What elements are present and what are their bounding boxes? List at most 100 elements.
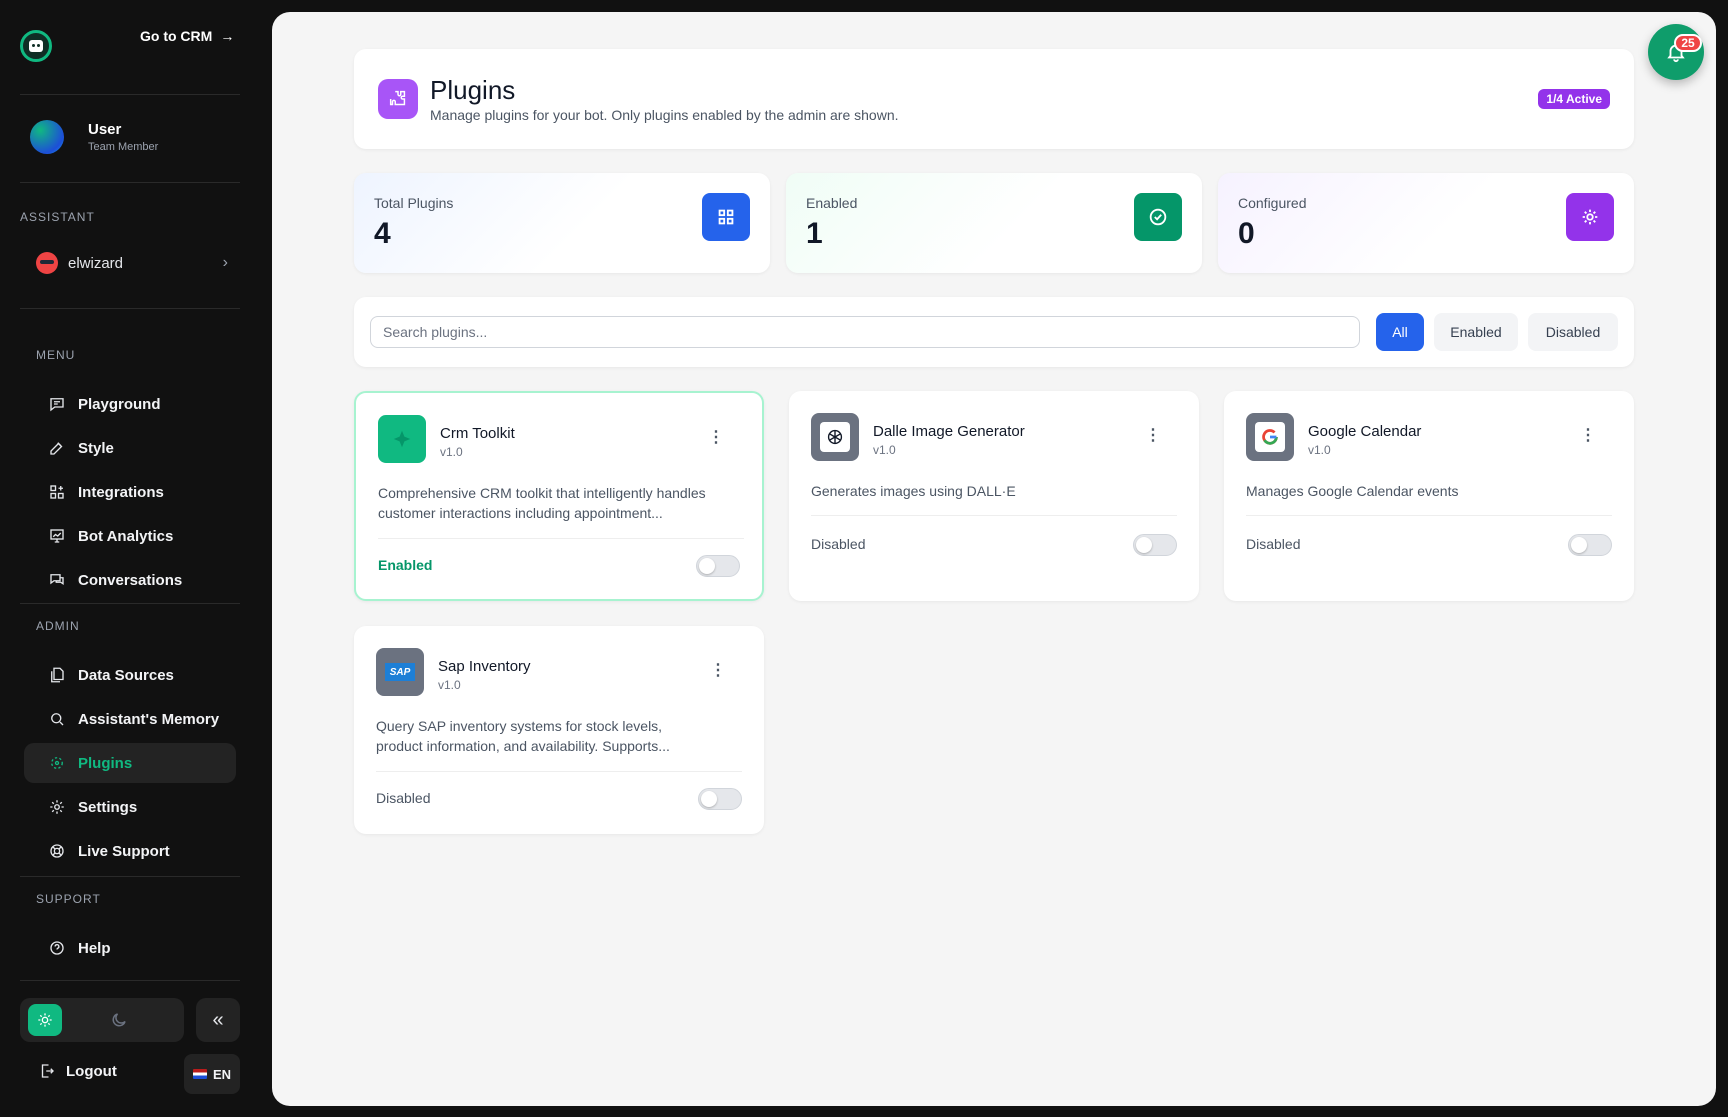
sidebar-item-help[interactable]: Help	[24, 928, 236, 968]
plugin-toggle[interactable]	[1133, 534, 1177, 556]
more-options-icon[interactable]: ⋮	[1145, 425, 1161, 445]
sidebar-item-assistants-memory[interactable]: Assistant's Memory	[24, 699, 236, 739]
menu-section-label: MENU	[36, 348, 76, 362]
divider	[20, 603, 240, 604]
notifications-button[interactable]: 25	[1648, 24, 1704, 80]
google-icon	[1246, 413, 1294, 461]
divider	[20, 94, 240, 95]
sidebar-item-data-sources[interactable]: Data Sources	[24, 655, 236, 695]
double-chevron-left-icon: «	[212, 1008, 224, 1031]
user-profile[interactable]: User Team Member	[30, 120, 158, 154]
bot-icon	[29, 40, 43, 52]
filter-all-button[interactable]: All	[1376, 313, 1424, 351]
sidebar-item-plugins[interactable]: Plugins	[24, 743, 236, 783]
sidebar-item-playground[interactable]: Playground	[24, 384, 236, 424]
gear-icon	[50, 800, 64, 814]
divider	[378, 538, 744, 539]
plugin-status: Disabled	[1246, 536, 1301, 552]
stat-enabled: Enabled 1	[786, 173, 1202, 273]
search-icon	[51, 713, 64, 726]
stat-label: Configured	[1238, 195, 1307, 211]
plugin-description-line: Manages Google Calendar events	[1246, 483, 1459, 499]
sidebar-item-label: Live Support	[78, 842, 170, 860]
plugin-version: v1.0	[438, 678, 461, 692]
page-subtitle: Manage plugins for your bot. Only plugin…	[430, 107, 899, 123]
filter-bar: All Enabled Disabled	[354, 297, 1634, 367]
sidebar-item-style[interactable]: Style	[24, 428, 236, 468]
sidebar-item-live-support[interactable]: Live Support	[24, 831, 236, 871]
gear-icon	[1566, 193, 1614, 241]
assistant-selector[interactable]: elwizard ›	[36, 252, 228, 274]
go-to-crm-link[interactable]: Go to CRM →	[140, 28, 234, 44]
plugin-description-line: Query SAP inventory systems for stock le…	[376, 718, 663, 734]
filter-disabled-button[interactable]: Disabled	[1528, 313, 1618, 351]
filter-enabled-button[interactable]: Enabled	[1434, 313, 1518, 351]
avatar	[30, 120, 64, 154]
grid-plus-icon	[50, 485, 64, 499]
conversations-icon	[50, 574, 64, 586]
language-label: EN	[212, 1066, 232, 1082]
dark-mode-button[interactable]	[102, 1004, 136, 1036]
logout-button[interactable]: Logout	[38, 1062, 117, 1080]
lifebuoy-icon	[50, 844, 64, 858]
plugin-description-line: customer interactions including appointm…	[378, 505, 663, 521]
plugin-toggle[interactable]	[698, 788, 742, 810]
more-options-icon[interactable]: ⋮	[708, 427, 724, 447]
divider	[376, 771, 742, 772]
plugin-name: Sap Inventory	[438, 658, 531, 675]
plugin-card-crm-toolkit[interactable]: Crm Toolkit v1.0 ⋮ Comprehensive CRM too…	[354, 391, 764, 601]
sidebar-item-label: Style	[78, 439, 114, 457]
plugin-status: Enabled	[378, 557, 433, 573]
divider	[20, 980, 240, 981]
sidebar-item-bot-analytics[interactable]: Bot Analytics	[24, 516, 236, 556]
stat-label: Total Plugins	[374, 195, 454, 211]
sun-icon	[38, 1013, 52, 1027]
analytics-icon	[50, 529, 64, 543]
plugin-card-google-calendar[interactable]: Google Calendar v1.0 ⋮ Manages Google Ca…	[1224, 391, 1634, 601]
assistant-section-label: ASSISTANT	[20, 210, 95, 224]
plugin-description-line: product information, and availability. S…	[376, 738, 670, 754]
plugin-card-sap-inventory[interactable]: SAP Sap Inventory v1.0 ⋮ Query SAP inven…	[354, 626, 764, 834]
support-section-label: SUPPORT	[36, 892, 101, 906]
search-input[interactable]	[370, 316, 1360, 348]
active-count-badge: 1/4 Active	[1538, 89, 1610, 109]
plugin-description: Manages Google Calendar events	[1246, 481, 1612, 501]
sidebar: Go to CRM → User Team Member ASSISTANT e…	[0, 0, 272, 1117]
logout-icon	[41, 1064, 54, 1078]
sidebar-item-conversations[interactable]: Conversations	[24, 560, 236, 600]
language-selector[interactable]: EN	[184, 1054, 240, 1094]
plugin-toggle[interactable]	[1568, 534, 1612, 556]
stat-value: 4	[374, 217, 391, 250]
collapse-sidebar-button[interactable]: «	[196, 998, 240, 1042]
chevron-right-icon: ›	[222, 254, 228, 271]
toggle-knob	[1136, 537, 1152, 553]
toggle-knob	[701, 791, 717, 807]
plugin-toggle[interactable]	[696, 555, 740, 577]
grid-icon	[702, 193, 750, 241]
sidebar-item-label: Playground	[78, 395, 161, 413]
edit-icon	[50, 442, 63, 455]
assistant-name: elwizard	[68, 254, 124, 272]
page-header: Plugins Manage plugins for your bot. Onl…	[354, 49, 1634, 149]
notification-count-badge: 25	[1674, 34, 1702, 52]
sidebar-item-integrations[interactable]: Integrations	[24, 472, 236, 512]
toggle-knob	[1571, 537, 1587, 553]
theme-toggle	[20, 998, 184, 1042]
sidebar-item-label: Plugins	[78, 754, 133, 772]
app-logo[interactable]	[20, 30, 52, 62]
light-mode-button[interactable]	[28, 1004, 62, 1036]
plugin-icon	[51, 757, 63, 769]
more-options-icon[interactable]: ⋮	[1580, 425, 1596, 445]
plugin-card-dalle-image-generator[interactable]: Dalle Image Generator v1.0 ⋮ Generates i…	[789, 391, 1199, 601]
toggle-knob	[699, 558, 715, 574]
sidebar-item-settings[interactable]: Settings	[24, 787, 236, 827]
plugin-status: Disabled	[811, 536, 866, 552]
us-flag-icon	[192, 1069, 207, 1079]
page-title: Plugins	[430, 75, 516, 105]
sap-logo: SAP	[385, 663, 415, 681]
more-options-icon[interactable]: ⋮	[710, 660, 726, 680]
plugin-version: v1.0	[440, 445, 463, 459]
sidebar-item-label: Assistant's Memory	[78, 710, 220, 728]
user-role: Team Member	[88, 141, 159, 153]
stat-total-plugins: Total Plugins 4	[354, 173, 770, 273]
